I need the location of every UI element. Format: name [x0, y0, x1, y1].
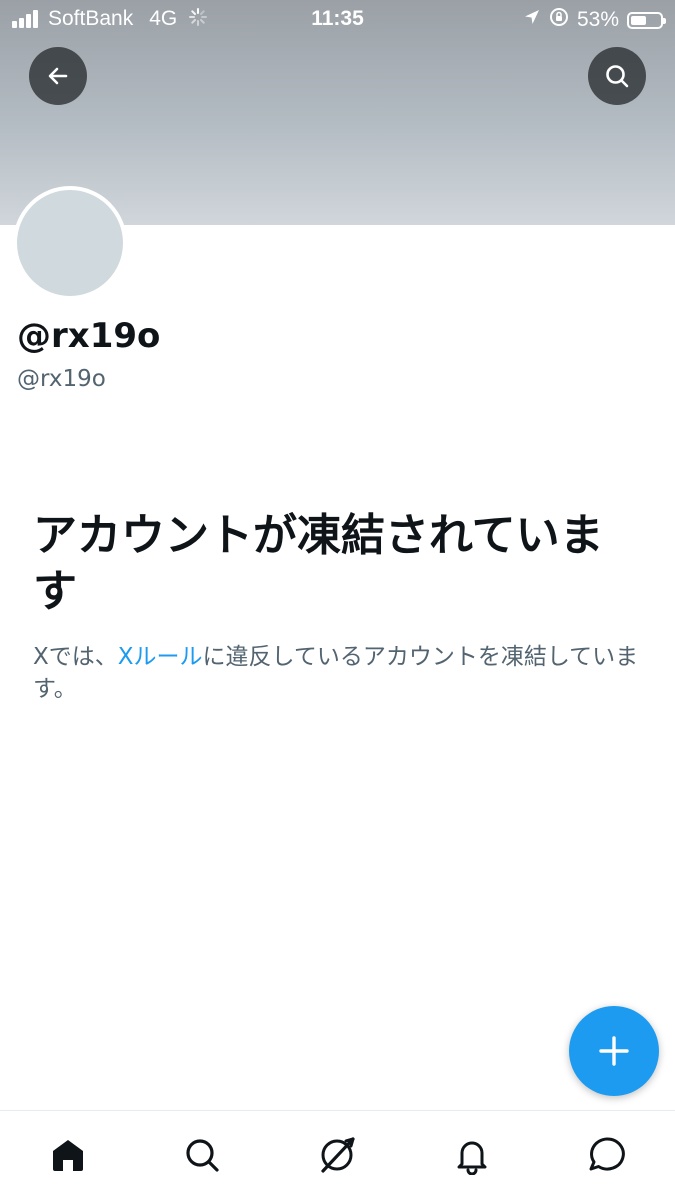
battery-percent: 53% — [576, 8, 619, 31]
location-arrow-icon — [523, 8, 541, 32]
status-bar-right: 53% — [523, 7, 666, 33]
nav-home[interactable] — [44, 1131, 92, 1179]
profile-page: SoftBank 4G 11:35 53% @rx19o @rx19o アカウン… — [0, 0, 675, 1200]
spaces-icon — [321, 1137, 355, 1173]
suspended-description: Xでは、Xルールに違反しているアカウントを凍結しています。 — [33, 641, 643, 705]
search-icon — [186, 1139, 219, 1172]
nav-spaces[interactable] — [313, 1131, 361, 1179]
message-icon — [589, 1137, 625, 1171]
profile-handle: @rx19o — [17, 366, 106, 392]
battery-icon — [627, 11, 666, 29]
bell-icon — [457, 1141, 487, 1175]
plus-icon — [599, 1036, 629, 1066]
rotation-lock-icon — [549, 7, 569, 33]
header-search-button[interactable] — [588, 47, 646, 105]
battery-level — [631, 15, 646, 25]
compose-post-button[interactable] — [569, 1006, 659, 1096]
nav-search[interactable] — [178, 1131, 226, 1179]
suspended-title: アカウントが凍結されています — [33, 510, 604, 617]
x-rules-link[interactable]: Xルール — [118, 644, 203, 670]
nav-messages[interactable] — [583, 1131, 631, 1179]
avatar[interactable] — [13, 186, 127, 300]
bottom-navigation — [0, 1110, 675, 1200]
back-button[interactable] — [29, 47, 87, 105]
profile-display-name: @rx19o — [17, 316, 161, 356]
arrow-left-icon — [48, 67, 68, 85]
search-icon — [606, 65, 629, 88]
home-icon — [53, 1140, 83, 1171]
status-bar: SoftBank 4G 11:35 53% — [0, 0, 675, 38]
nav-notifications[interactable] — [448, 1131, 496, 1179]
suspended-desc-prefix: Xでは、 — [33, 644, 118, 670]
